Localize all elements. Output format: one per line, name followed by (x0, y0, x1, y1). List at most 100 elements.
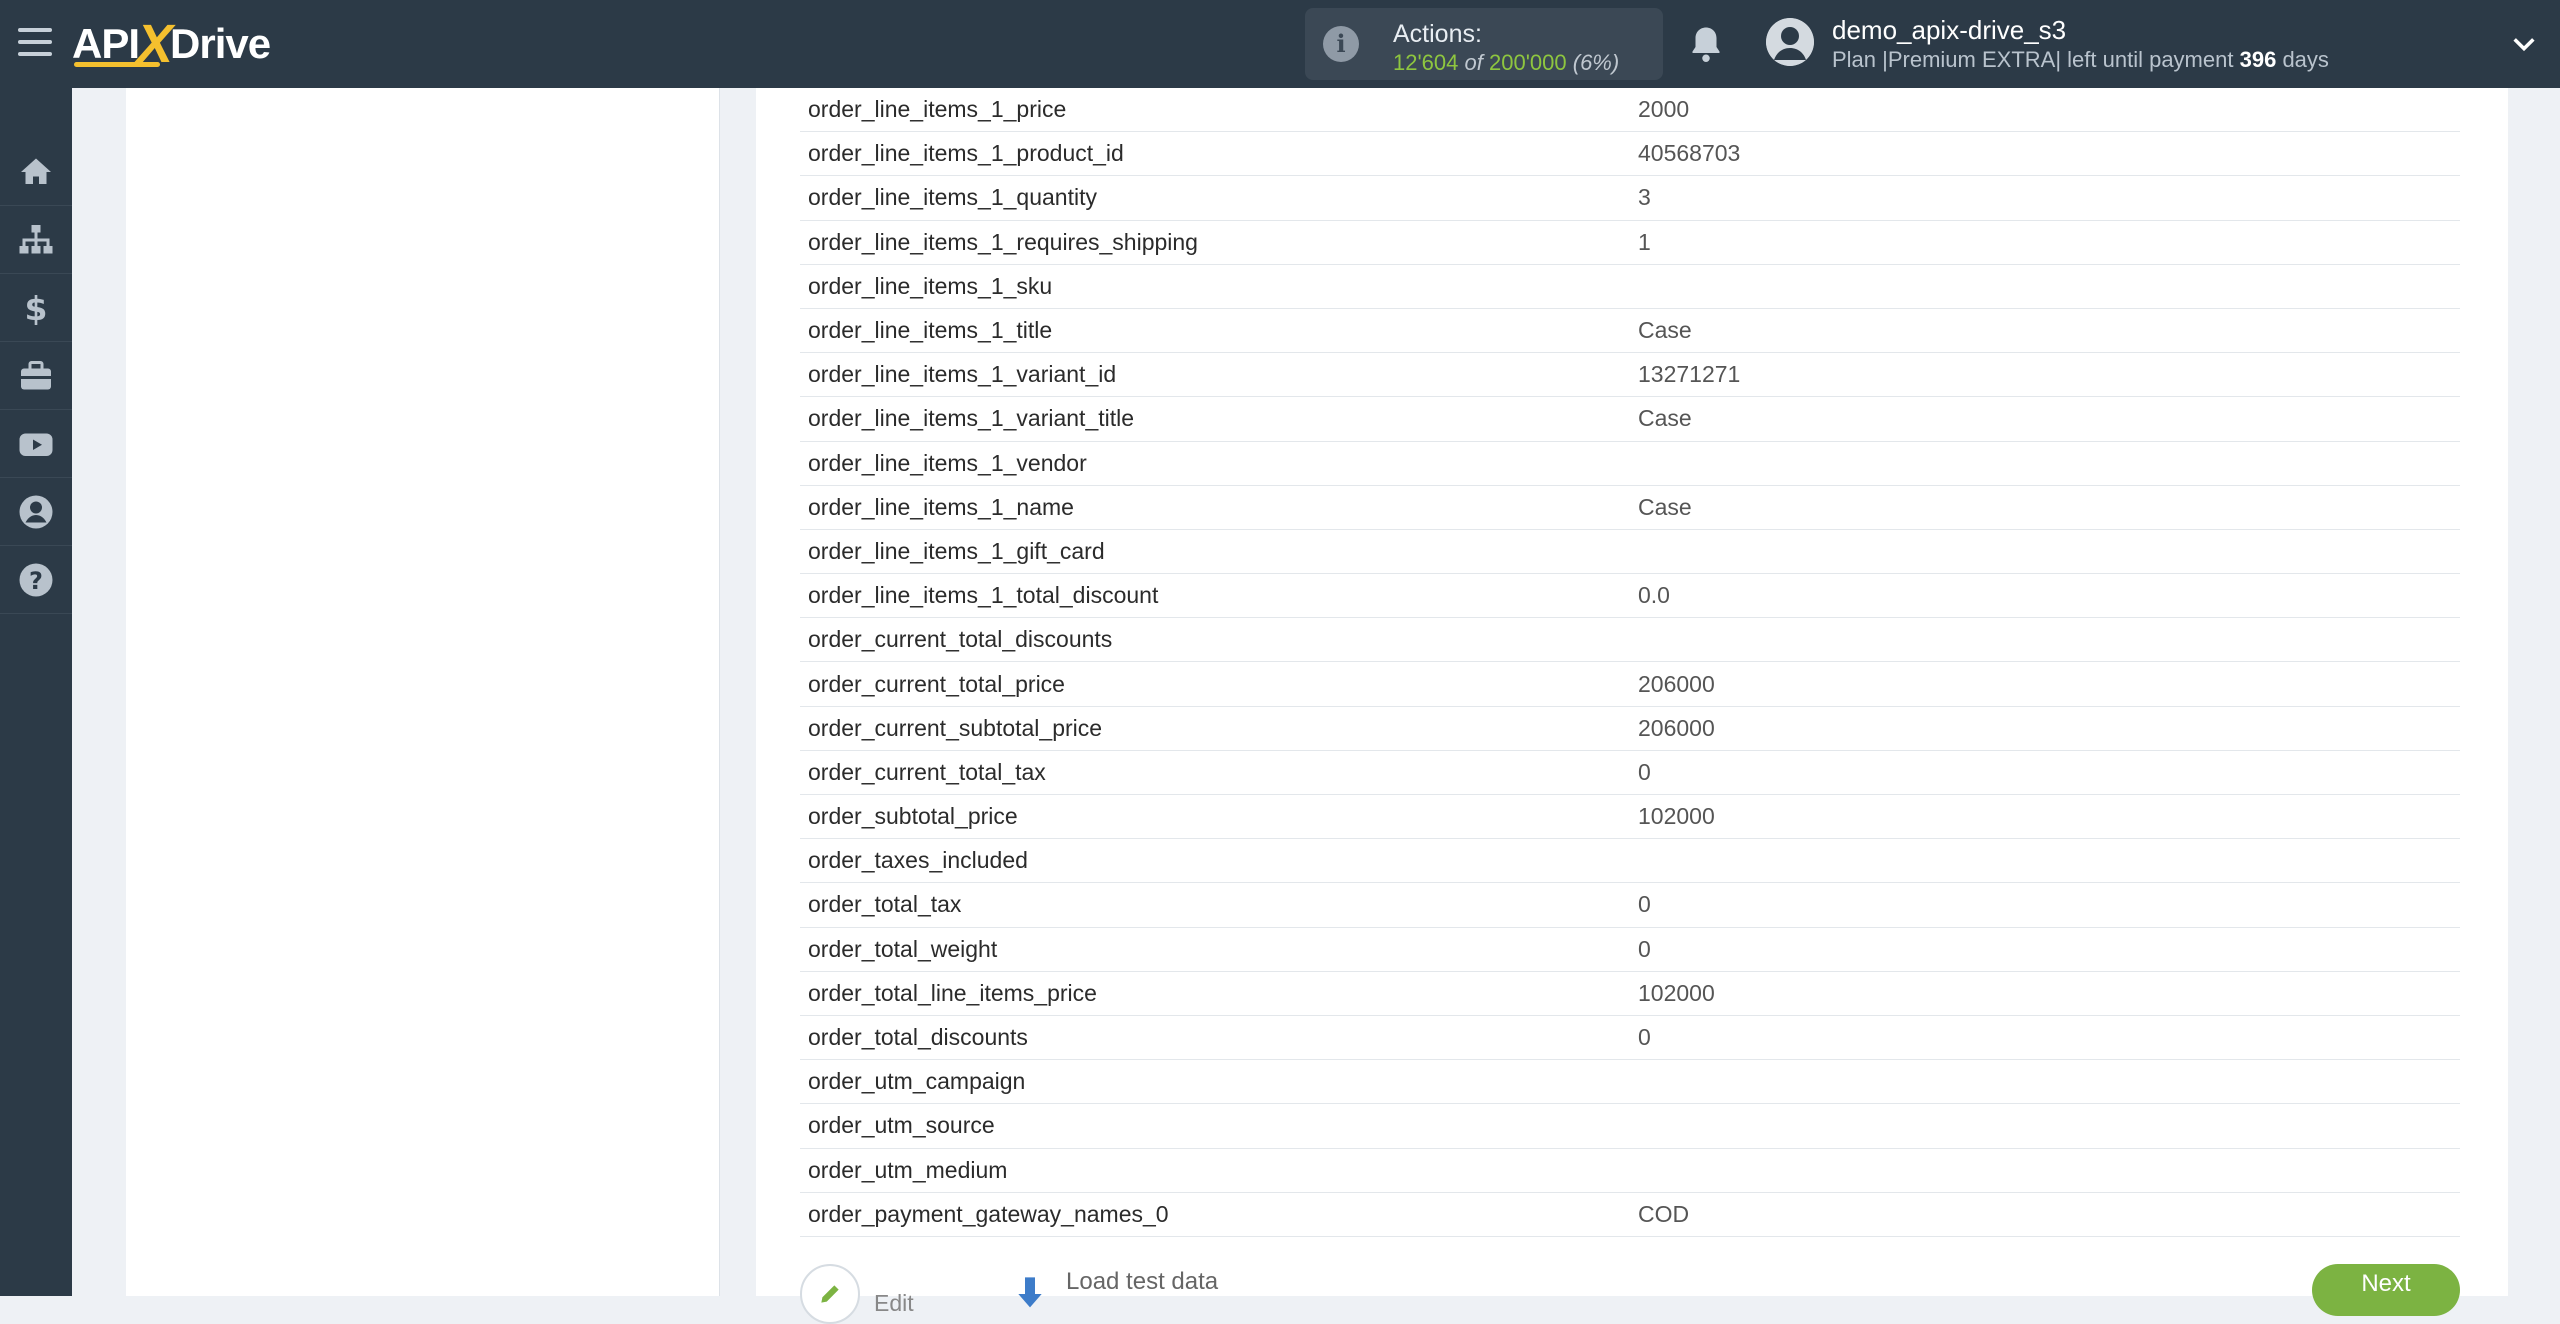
field-name: order_subtotal_price (808, 803, 1018, 830)
field-name: order_payment_gateway_names_0 (808, 1200, 1169, 1227)
table-row: order_current_total_discounts (800, 618, 2460, 663)
edit-button[interactable]: Edit (800, 1264, 914, 1324)
actions-of: of (1464, 50, 1483, 75)
days-left: 396 (2239, 47, 2277, 72)
field-value: 13271271 (1638, 361, 1741, 388)
sidebar-item-video[interactable] (0, 410, 72, 478)
action-bar: Edit Load test data Next (800, 1264, 2460, 1324)
home-icon (21, 158, 51, 184)
table-row: order_utm_campaign (800, 1060, 2460, 1105)
sidebar-item-services[interactable] (0, 342, 72, 410)
field-value: 206000 (1638, 670, 1715, 697)
field-name: order_taxes_included (808, 847, 1028, 874)
table-row: order_utm_medium (800, 1149, 2460, 1193)
actions-percent: (6%) (1572, 50, 1620, 75)
field-name: order_line_items_1_quantity (808, 184, 1097, 211)
field-name: order_line_items_1_variant_id (808, 361, 1117, 388)
table-row: order_line_items_1_variant_id 13271271 (800, 353, 2460, 398)
pencil-icon (821, 1285, 839, 1303)
field-name: order_utm_source (808, 1112, 995, 1139)
field-name: order_line_items_1_price (808, 96, 1067, 123)
field-value: 102000 (1638, 979, 1715, 1006)
table-row: order_line_items_1_total_discount 0.0 (800, 574, 2460, 619)
table-row: order_total_line_items_price 102000 (800, 972, 2460, 1016)
field-value: 3 (1638, 184, 1651, 211)
field-value: 102000 (1638, 803, 1715, 830)
field-value: 1 (1638, 228, 1651, 255)
field-name: order_line_items_1_variant_title (808, 405, 1135, 432)
plan-info: Plan |Premium EXTRA| left until payment … (1832, 47, 2329, 73)
logo-drive-text: Drive (170, 20, 271, 67)
field-value: Case (1638, 493, 1692, 520)
table-row: order_line_items_1_product_id 40568703 (800, 132, 2460, 177)
table-row: order_current_total_tax 0 (800, 751, 2460, 795)
chevron-down-icon[interactable] (2510, 30, 2538, 58)
next-button[interactable]: Next (2312, 1264, 2460, 1316)
table-row: order_total_discounts 0 (800, 1016, 2460, 1061)
youtube-icon (19, 433, 53, 456)
load-test-data-label: Load test data (1066, 1268, 1219, 1295)
field-name: order_line_items_1_title (808, 317, 1053, 344)
main-panel: order_line_items_1_price 2000 order_line_i… (756, 88, 2508, 1324)
field-value: COD (1638, 1200, 1690, 1227)
field-value: Case (1638, 317, 1692, 344)
bell-icon[interactable] (1688, 24, 1724, 64)
logo-underline (74, 62, 160, 67)
field-value: 0 (1638, 1024, 1651, 1051)
field-name: order_line_items_1_gift_card (808, 537, 1105, 564)
table-row: order_taxes_included (800, 839, 2460, 884)
table-row: order_current_subtotal_price 206000 (800, 707, 2460, 751)
field-name: order_line_items_1_product_id (808, 140, 1124, 167)
table-row: order_current_total_price 206000 (800, 662, 2460, 707)
user-name[interactable]: demo_apix-drive_s3 (1832, 15, 2066, 46)
help-icon: ? (19, 563, 53, 596)
field-name: order_total_tax (808, 891, 962, 918)
dollar-icon: $ (25, 290, 48, 326)
table-row: order_line_items_1_quantity 3 (800, 176, 2460, 221)
field-value: 0 (1638, 935, 1651, 962)
plan-text: Plan |Premium EXTRA| left until payment (1832, 47, 2234, 72)
field-value: 0 (1638, 758, 1651, 785)
field-name: order_line_items_1_requires_shipping (808, 228, 1198, 255)
briefcase-icon (21, 360, 51, 389)
load-test-data-button[interactable]: Load test data (1010, 1264, 1218, 1314)
user-circle-icon (19, 495, 53, 528)
test-data-table: order_line_items_1_price 2000 order_line_i… (800, 88, 2460, 1237)
actions-used: 12'604 (1393, 50, 1459, 75)
actions-label: Actions: (1393, 20, 1482, 48)
sidebar-item-account[interactable] (0, 478, 72, 546)
table-row: order_line_items_1_requires_shipping 1 (800, 221, 2460, 265)
svg-text:?: ? (29, 567, 43, 595)
sidebar-item-home[interactable] (0, 138, 72, 206)
field-name: order_utm_medium (808, 1156, 1008, 1183)
edit-label: Edit (874, 1289, 914, 1316)
logo-api-text: API (72, 20, 140, 67)
field-value: 206000 (1638, 714, 1715, 741)
field-value: 0.0 (1638, 582, 1670, 609)
field-value: Case (1638, 405, 1692, 432)
field-name: order_line_items_1_name (808, 493, 1074, 520)
edit-icon-circle (800, 1264, 860, 1324)
actions-counter[interactable]: i Actions: 12'604 of 200'000 (6%) (1305, 8, 1663, 80)
avatar[interactable] (1766, 18, 1814, 66)
sidebar: $ ? (0, 88, 72, 1296)
field-name: order_total_discounts (808, 1024, 1028, 1051)
table-row: order_utm_source (800, 1104, 2460, 1149)
field-name: order_line_items_1_vendor (808, 449, 1087, 476)
menu-icon[interactable] (18, 28, 52, 58)
download-icon (1018, 1277, 1042, 1308)
table-row: order_payment_gateway_names_0 COD (800, 1193, 2460, 1237)
field-name: order_current_total_price (808, 670, 1065, 697)
field-name: order_line_items_1_total_discount (808, 582, 1159, 609)
table-row: order_line_items_1_vendor (800, 442, 2460, 486)
sidebar-item-billing[interactable]: $ (0, 274, 72, 342)
field-name: order_total_line_items_price (808, 979, 1097, 1006)
table-row: order_line_items_1_title Case (800, 309, 2460, 354)
field-name: order_line_items_1_sku (808, 272, 1053, 299)
field-value: 2000 (1638, 96, 1690, 123)
field-name: order_utm_campaign (808, 1068, 1026, 1095)
sidebar-item-connections[interactable] (0, 206, 72, 274)
sidebar-item-help[interactable]: ? (0, 546, 72, 614)
table-row: order_line_items_1_variant_title Case (800, 397, 2460, 442)
days-suffix: days (2282, 47, 2329, 72)
